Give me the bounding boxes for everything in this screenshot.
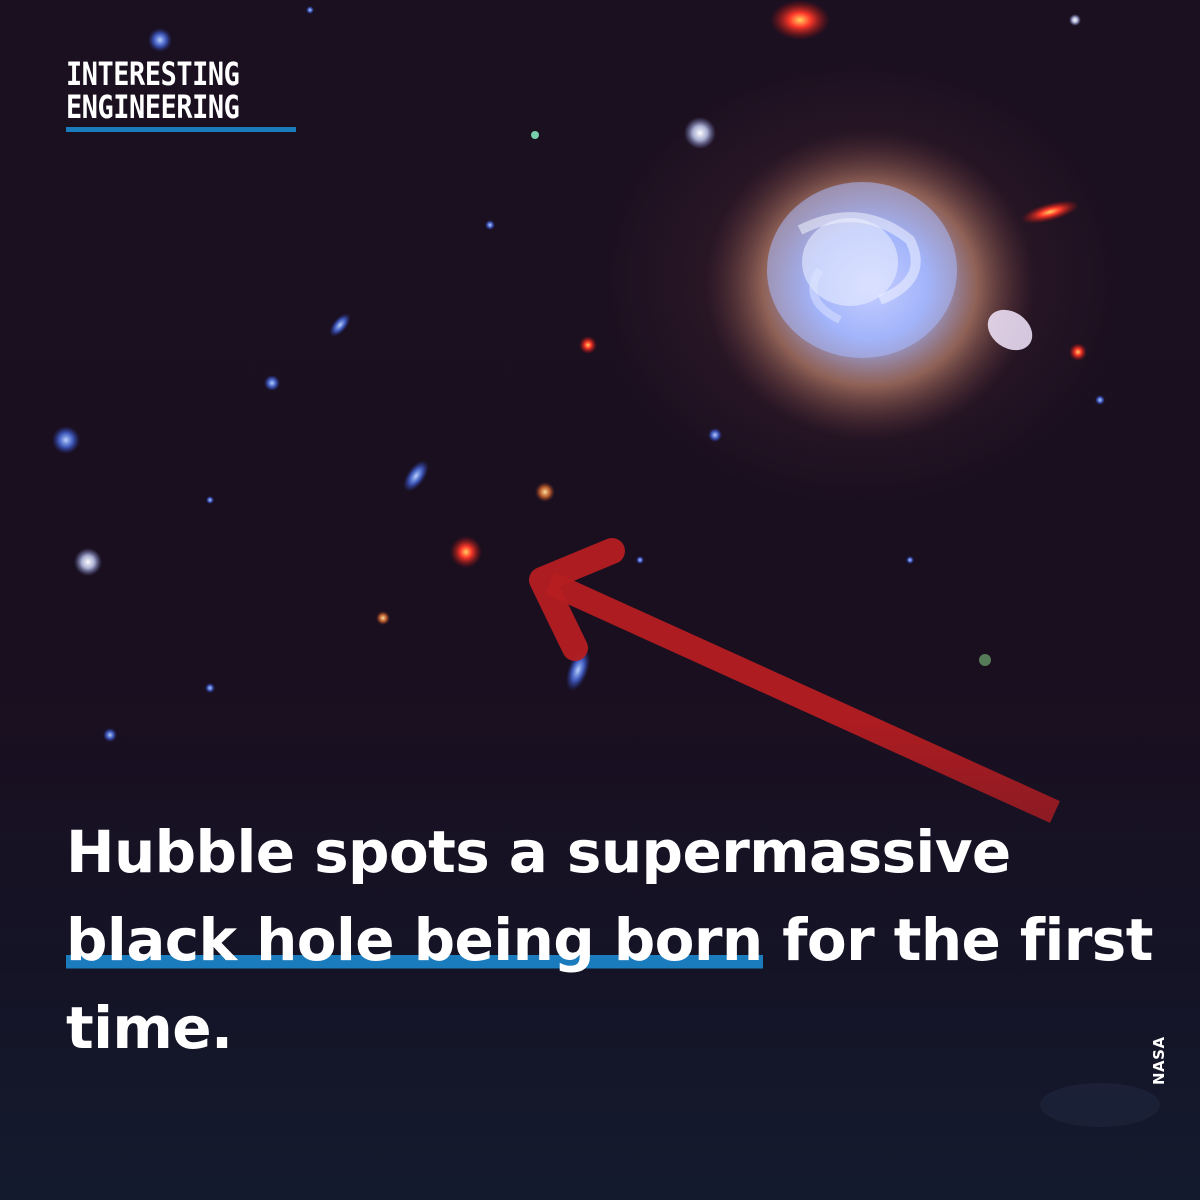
headline: Hubble spots a supermassive black hole b… [66,808,1153,1072]
brand-logo-line1: INTERESTING [66,55,240,93]
newborn-black-hole-dot [450,536,482,568]
headline-highlight: black hole being born [66,906,763,974]
headline-line2: black hole being born for the first [66,896,1153,984]
brand-logo-line2: ENGINEERING [66,88,240,126]
hero-card: INTERESTING ENGINEERING Hubble spots a s… [0,0,1200,1200]
brand-logo: INTERESTING ENGINEERING [66,58,261,124]
headline-line2-rest: for the first [762,906,1153,974]
brand-logo-underline [66,127,296,132]
image-credit: NASA [1150,1036,1168,1085]
spiral-galaxy [705,130,1035,440]
headline-line1: Hubble spots a supermassive [66,818,1011,886]
headline-line3: time. [66,994,233,1062]
